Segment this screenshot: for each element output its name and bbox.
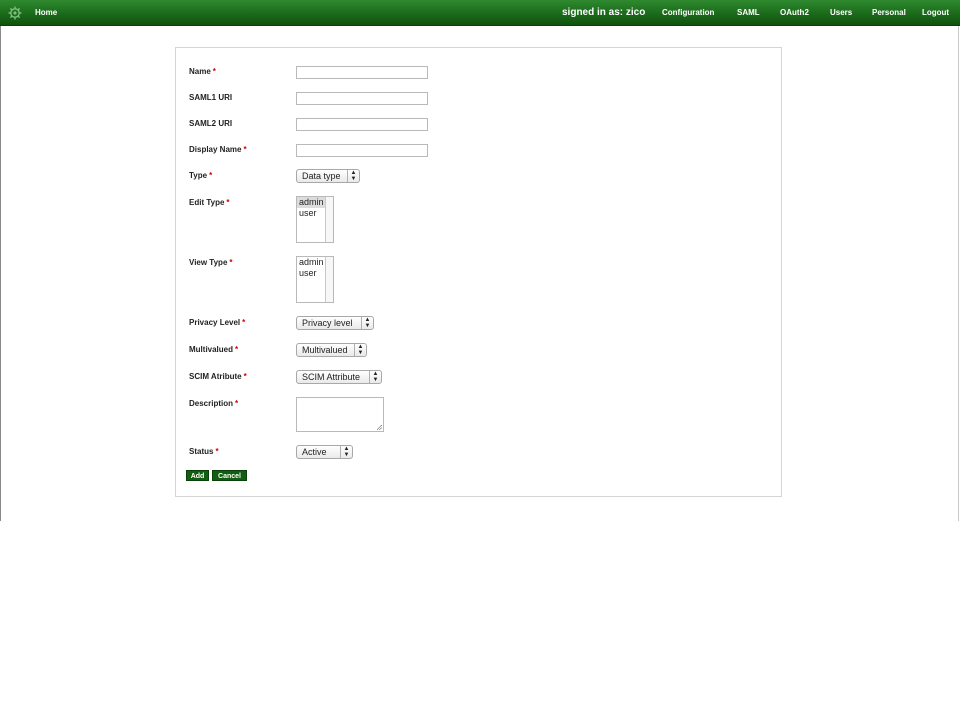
updown-arrow-icon: ▲ ▼: [347, 170, 359, 182]
add-button[interactable]: Add: [186, 470, 209, 481]
window-border-left: [0, 26, 1, 521]
required-marker: *: [215, 447, 219, 456]
required-marker: *: [243, 372, 247, 381]
updown-arrow-icon: ▲ ▼: [361, 317, 373, 329]
edit-type-label: Edit Type *: [189, 198, 230, 207]
nav-oauth2-link[interactable]: OAuth2: [780, 8, 809, 17]
multivalued-select[interactable]: Multivalued ▲ ▼: [296, 343, 367, 357]
name-input[interactable]: [296, 66, 428, 79]
signed-in-user: signed in as: zico: [562, 7, 646, 18]
saml1-uri-input[interactable]: [296, 92, 428, 105]
top-nav-bar: Home signed in as: zico Configuration SA…: [0, 0, 960, 26]
type-label: Type *: [189, 171, 213, 180]
updown-arrow-icon: ▲ ▼: [354, 344, 366, 356]
multivalued-label: Multivalued *: [189, 345, 239, 354]
gear-icon[interactable]: [8, 6, 22, 20]
edit-type-option-admin[interactable]: admin: [297, 197, 326, 208]
nav-configuration-link[interactable]: Configuration: [662, 8, 714, 17]
required-marker: *: [242, 318, 246, 327]
listbox-scrollbar[interactable]: [325, 257, 333, 302]
required-marker: *: [243, 145, 247, 154]
attribute-form-panel: [175, 47, 782, 497]
required-marker: *: [212, 67, 216, 76]
nav-logout-link[interactable]: Logout: [922, 8, 949, 17]
nav-home-link[interactable]: Home: [35, 8, 57, 17]
saml1-uri-label: SAML1 URI: [189, 93, 233, 102]
nav-users-link[interactable]: Users: [830, 8, 852, 17]
scim-attribute-label: SCIM Atribute *: [189, 372, 247, 381]
view-type-option-admin[interactable]: admin: [297, 257, 326, 268]
required-marker: *: [229, 258, 233, 267]
type-select-value: Data type: [302, 171, 341, 181]
display-name-label: Display Name *: [189, 145, 247, 154]
status-label: Status *: [189, 447, 219, 456]
privacy-level-select[interactable]: Privacy level ▲ ▼: [296, 316, 374, 330]
status-select[interactable]: Active ▲ ▼: [296, 445, 353, 459]
required-marker: *: [226, 198, 230, 207]
edit-type-option-user[interactable]: user: [297, 208, 326, 219]
description-textarea[interactable]: [296, 397, 384, 432]
name-label: Name *: [189, 67, 216, 76]
saml2-uri-label: SAML2 URI: [189, 119, 233, 128]
scim-attribute-select[interactable]: SCIM Attribute ▲ ▼: [296, 370, 382, 384]
required-marker: *: [235, 345, 239, 354]
type-select[interactable]: Data type ▲ ▼: [296, 169, 360, 183]
nav-saml-link[interactable]: SAML: [737, 8, 760, 17]
privacy-level-label: Privacy Level *: [189, 318, 246, 327]
display-name-input[interactable]: [296, 144, 428, 157]
multivalued-select-value: Multivalued: [302, 345, 348, 355]
cancel-button[interactable]: Cancel: [212, 470, 247, 481]
description-label: Description *: [189, 399, 239, 408]
saml2-uri-input[interactable]: [296, 118, 428, 131]
nav-personal-link[interactable]: Personal: [872, 8, 906, 17]
required-marker: *: [209, 171, 213, 180]
updown-arrow-icon: ▲ ▼: [369, 371, 381, 383]
window-border-right: [958, 26, 959, 521]
scim-attribute-select-value: SCIM Attribute: [302, 372, 361, 382]
resize-grip-icon[interactable]: [377, 425, 382, 430]
view-type-label: View Type *: [189, 258, 233, 267]
edit-type-listbox[interactable]: admin user: [296, 196, 334, 243]
status-select-value: Active: [302, 447, 327, 457]
view-type-option-user[interactable]: user: [297, 268, 326, 279]
privacy-level-select-value: Privacy level: [302, 318, 353, 328]
updown-arrow-icon: ▲ ▼: [340, 446, 352, 458]
required-marker: *: [235, 399, 239, 408]
view-type-listbox[interactable]: admin user: [296, 256, 334, 303]
listbox-scrollbar[interactable]: [325, 197, 333, 242]
